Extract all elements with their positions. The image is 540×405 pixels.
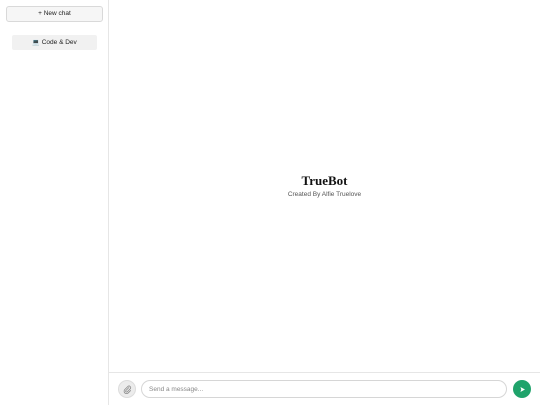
sidebar: + New chat 💻 Code & Dev	[0, 0, 109, 405]
app-window: + New chat 💻 Code & Dev TrueBot Created B…	[0, 0, 540, 405]
attach-button[interactable]	[118, 380, 136, 398]
new-chat-button[interactable]: + New chat	[6, 6, 103, 22]
message-input[interactable]	[141, 380, 507, 398]
app-title: TrueBot	[301, 173, 348, 188]
message-composer	[109, 372, 540, 405]
chat-area: TrueBot Created By Alfie Truelove	[109, 0, 540, 405]
app-subtitle: Created By Alfie Truelove	[287, 191, 362, 198]
send-arrow-icon	[519, 386, 525, 392]
paperclip-icon	[123, 385, 131, 394]
laptop-icon: 💻	[32, 40, 40, 46]
sidebar-item-label: Code & Dev	[41, 39, 77, 46]
welcome-panel: TrueBot Created By Alfie Truelove	[109, 173, 540, 200]
sidebar-item-code-dev[interactable]: 💻 Code & Dev	[12, 35, 97, 50]
send-button[interactable]	[513, 380, 531, 398]
